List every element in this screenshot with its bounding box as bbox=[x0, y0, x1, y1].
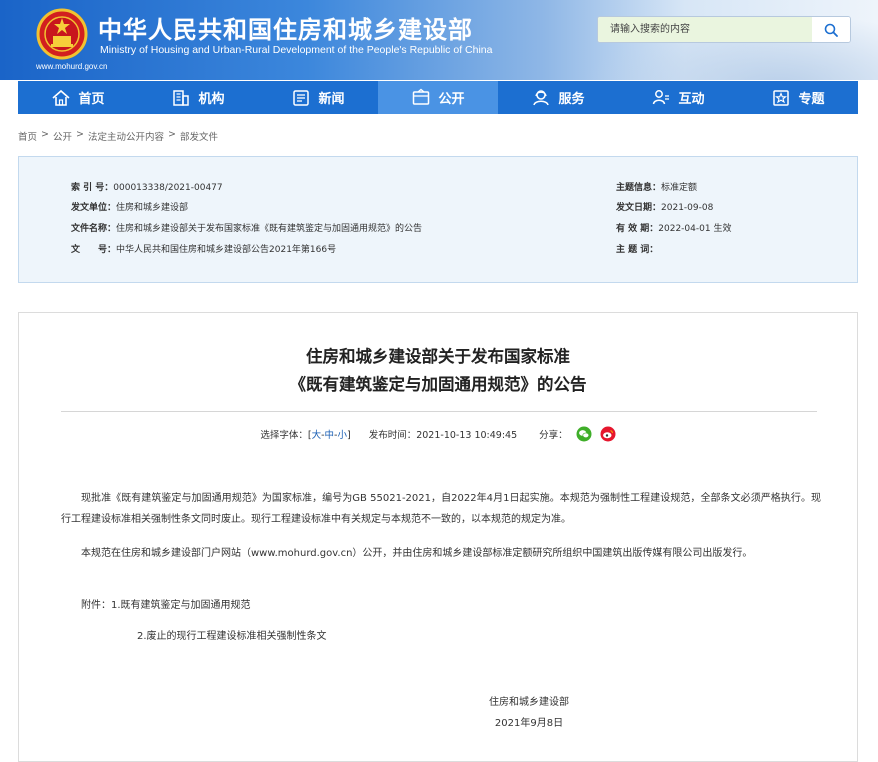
font-size-large[interactable]: 大 bbox=[312, 430, 322, 441]
search-box bbox=[597, 16, 851, 43]
article-meta: 选择字体：[大-中-小] 发布时间：2021-10-13 10:49:45 分享… bbox=[19, 426, 857, 442]
info-keywords-label: 主 题 词： bbox=[616, 245, 659, 255]
font-size-selector: 选择字体：[大-中-小] bbox=[260, 427, 350, 441]
topic-icon bbox=[773, 89, 790, 106]
info-index-value: 000013338/2021-00477 bbox=[113, 183, 223, 193]
breadcrumb-documents[interactable]: 部发文件 bbox=[180, 129, 218, 143]
service-icon bbox=[533, 89, 550, 105]
breadcrumb-separator: > bbox=[76, 129, 84, 140]
article-title-line1: 住房和城乡建设部关于发布国家标准 bbox=[306, 347, 570, 366]
info-index-label: 索 引 号： bbox=[71, 183, 114, 193]
nav-item-interact[interactable]: 互动 bbox=[618, 81, 738, 114]
signature: 住房和城乡建设部 bbox=[489, 697, 569, 708]
breadcrumb-statutory[interactable]: 法定主动公开内容 bbox=[88, 129, 164, 143]
attachment-1: 附件：1.既有建筑鉴定与加固通用规范 bbox=[81, 600, 251, 611]
info-docno: 文 号：中华人民共和国住房和城乡建设部公告2021年第166号 bbox=[71, 242, 336, 255]
site-title: 中华人民共和国住房和城乡建设部 bbox=[98, 16, 473, 44]
info-docname-label: 文件名称： bbox=[71, 224, 117, 234]
search-icon bbox=[824, 23, 838, 37]
nav-label: 互动 bbox=[678, 92, 705, 107]
search-input[interactable] bbox=[598, 17, 812, 42]
nav-label: 公开 bbox=[438, 92, 465, 107]
info-issuer: 发文单位：住房和城乡建设部 bbox=[71, 200, 188, 213]
news-icon bbox=[293, 89, 310, 106]
font-size-label: 选择字体：[ bbox=[260, 430, 312, 441]
info-date-value: 2021-09-08 bbox=[661, 203, 714, 213]
building-icon bbox=[173, 89, 190, 106]
site-header: 中华人民共和国住房和城乡建设部 Ministry of Housing and … bbox=[0, 0, 878, 80]
nav-item-home[interactable]: 首页 bbox=[18, 81, 138, 114]
article-paragraph-2: 本规范在住房和城乡建设部门户网站（www.mohurd.gov.cn）公开，并由… bbox=[81, 548, 753, 559]
publish-time-label: 发布时间： bbox=[368, 430, 417, 441]
nav-label: 服务 bbox=[558, 92, 585, 107]
breadcrumb-home[interactable]: 首页 bbox=[18, 129, 37, 143]
main-nav: 首页 机构 新闻 公开 服务 互动 专题 bbox=[18, 81, 858, 114]
breadcrumb-disclosure[interactable]: 公开 bbox=[53, 129, 72, 143]
info-date: 发文日期：2021-09-08 bbox=[616, 200, 713, 213]
nav-item-disclosure[interactable]: 公开 bbox=[378, 81, 498, 114]
publish-time: 发布时间：2021-10-13 10:49:45 bbox=[369, 427, 517, 441]
info-docname-value: 住房和城乡建设部关于发布国家标准《既有建筑鉴定与加固通用规范》的公告 bbox=[116, 224, 423, 234]
nav-item-news[interactable]: 新闻 bbox=[258, 81, 378, 114]
disclosure-icon bbox=[413, 88, 430, 105]
info-docno-value: 中华人民共和国住房和城乡建设部公告2021年第166号 bbox=[116, 245, 337, 255]
site-subtitle: Ministry of Housing and Urban-Rural Deve… bbox=[100, 44, 493, 56]
attachment-2: 2.废止的现行工程建设标准相关强制性条文 bbox=[137, 631, 327, 642]
nav-item-topic[interactable]: 专题 bbox=[738, 81, 858, 114]
nav-item-service[interactable]: 服务 bbox=[498, 81, 618, 114]
info-topic-value: 标准定额 bbox=[661, 183, 698, 193]
nav-item-organization[interactable]: 机构 bbox=[138, 81, 258, 114]
nav-label: 新闻 bbox=[318, 92, 345, 107]
breadcrumb: 首页 > 公开 > 法定主动公开内容 > 部发文件 bbox=[18, 129, 218, 143]
info-valid: 有 效 期：2022-04-01 生效 bbox=[616, 221, 731, 234]
info-issuer-value: 住房和城乡建设部 bbox=[116, 203, 189, 213]
article-divider bbox=[61, 411, 817, 412]
info-docno-label: 文 号： bbox=[71, 245, 117, 255]
sign-date: 2021年9月8日 bbox=[494, 718, 564, 729]
info-issuer-label: 发文单位： bbox=[71, 203, 117, 213]
breadcrumb-separator: > bbox=[167, 129, 176, 140]
font-size-bracket: ] bbox=[346, 430, 351, 441]
home-icon bbox=[52, 89, 71, 106]
article-paragraph-1: 现批准《既有建筑鉴定与加固通用规范》为国家标准，编号为GB 55021-2021… bbox=[61, 493, 821, 525]
interact-icon bbox=[653, 89, 670, 104]
article-panel: 住房和城乡建设部关于发布国家标准 《既有建筑鉴定与加固通用规范》的公告 选择字体… bbox=[18, 312, 858, 762]
info-docname: 文件名称：住房和城乡建设部关于发布国家标准《既有建筑鉴定与加固通用规范》的公告 bbox=[71, 221, 422, 234]
search-button[interactable] bbox=[812, 17, 850, 42]
weibo-icon[interactable] bbox=[600, 426, 616, 442]
nav-label: 机构 bbox=[198, 92, 225, 107]
national-emblem bbox=[36, 8, 88, 60]
nav-label: 首页 bbox=[78, 92, 105, 107]
share-label: 分享： bbox=[539, 430, 568, 441]
article-title-line2: 《既有建筑鉴定与加固通用规范》的公告 bbox=[289, 375, 587, 394]
info-valid-value: 2022-04-01 生效 bbox=[658, 224, 732, 234]
info-topic: 主题信息：标准定额 bbox=[616, 180, 697, 193]
info-keywords: 主 题 词： bbox=[616, 242, 658, 255]
font-size-medium[interactable]: 中 bbox=[325, 430, 335, 441]
document-info-box: 索 引 号：000013338/2021-00477 发文单位：住房和城乡建设部… bbox=[18, 156, 858, 283]
breadcrumb-separator: > bbox=[41, 129, 49, 140]
info-date-label: 发文日期： bbox=[616, 203, 662, 213]
publish-time-value: 2021-10-13 10:49:45 bbox=[416, 430, 518, 441]
nav-label: 专题 bbox=[798, 92, 825, 107]
info-topic-label: 主题信息： bbox=[616, 183, 662, 193]
font-size-small[interactable]: 小 bbox=[337, 430, 347, 441]
site-domain: www.mohurd.gov.cn bbox=[36, 62, 108, 71]
info-index: 索 引 号：000013338/2021-00477 bbox=[71, 180, 223, 193]
wechat-icon[interactable] bbox=[576, 426, 592, 442]
info-valid-label: 有 效 期： bbox=[616, 224, 659, 234]
